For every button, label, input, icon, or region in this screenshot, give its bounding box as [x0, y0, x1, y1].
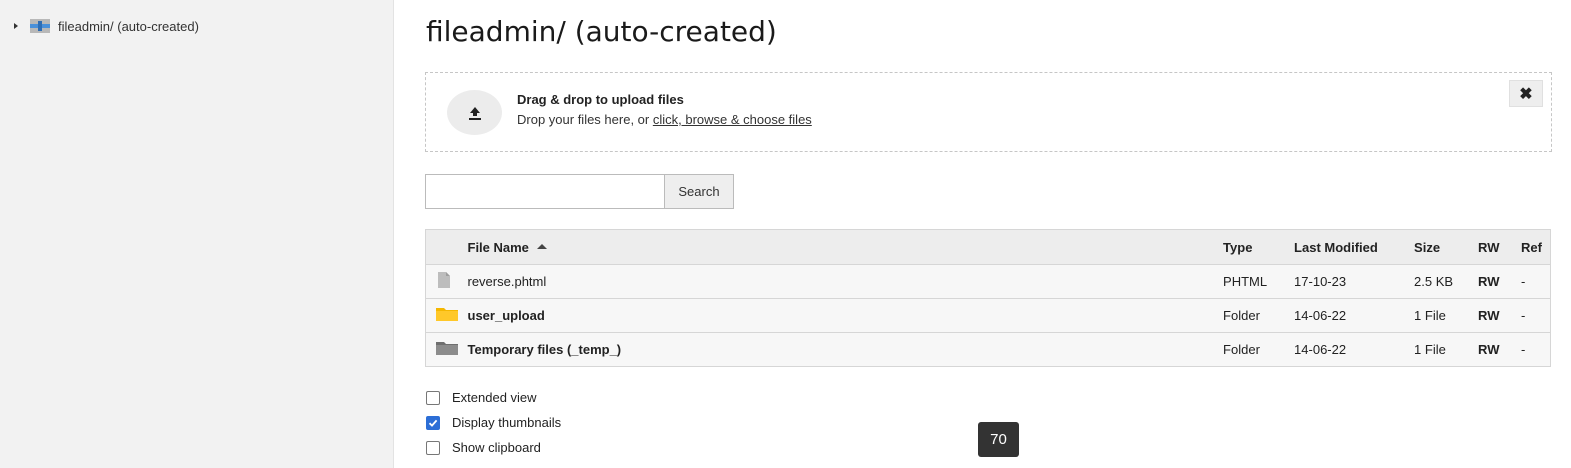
- checkmark-icon: [428, 419, 438, 427]
- size-cell: 1 File: [1406, 332, 1471, 367]
- ref-cell: -: [1513, 264, 1551, 299]
- close-dropzone-button[interactable]: ✖: [1509, 80, 1543, 107]
- extended-view-label[interactable]: Extended view: [452, 390, 537, 405]
- dropzone-subtitle-prefix: Drop your files here, or: [517, 112, 653, 127]
- table-header-row: File Name Type Last Modified Size RW Ref: [425, 229, 1551, 265]
- table-row[interactable]: reverse.phtml PHTML 17-10-23 2.5 KB RW -: [425, 264, 1551, 299]
- size-cell: 2.5 KB: [1406, 264, 1471, 299]
- tooltip: 70: [978, 422, 1019, 457]
- option-display-thumbnails[interactable]: Display thumbnails: [426, 410, 561, 435]
- display-thumbnails-checkbox[interactable]: [426, 415, 440, 430]
- file-name-cell[interactable]: Temporary files (_temp_): [459, 332, 1216, 367]
- extended-view-checkbox[interactable]: [426, 390, 440, 405]
- header-rw: RW: [1470, 229, 1514, 265]
- storage-icon: [30, 19, 50, 33]
- folder-tree-panel: fileadmin/ (auto-created): [0, 0, 394, 468]
- upload-dropzone[interactable]: Drag & drop to upload files Drop your fi…: [425, 72, 1552, 152]
- show-clipboard-checkbox[interactable]: [426, 440, 440, 455]
- file-name-cell[interactable]: reverse.phtml: [459, 264, 1216, 299]
- header-ref: Ref: [1513, 229, 1551, 265]
- table-row[interactable]: user_upload Folder 14-06-22 1 File RW -: [425, 298, 1551, 333]
- upload-icon[interactable]: [447, 90, 502, 135]
- page-title: fileadmin/ (auto-created): [426, 15, 777, 48]
- show-clipboard-label[interactable]: Show clipboard: [452, 440, 541, 455]
- header-type[interactable]: Type: [1215, 229, 1287, 265]
- modified-cell: 14-06-22: [1286, 298, 1407, 333]
- file-name-cell[interactable]: user_upload: [459, 298, 1216, 333]
- row-icon-cell: [425, 332, 460, 367]
- modified-cell: 17-10-23: [1286, 264, 1407, 299]
- file-list-main: fileadmin/ (auto-created) Drag & drop to…: [394, 0, 1571, 468]
- table-row[interactable]: Temporary files (_temp_) Folder 14-06-22…: [425, 332, 1551, 367]
- option-extended-view[interactable]: Extended view: [426, 385, 561, 410]
- type-cell: PHTML: [1215, 264, 1287, 299]
- dropzone-title: Drag & drop to upload files: [517, 92, 684, 107]
- header-last-modified[interactable]: Last Modified: [1286, 229, 1407, 265]
- option-show-clipboard[interactable]: Show clipboard: [426, 435, 561, 460]
- row-icon-cell: [425, 298, 460, 333]
- dropzone-subtitle: Drop your files here, or click, browse &…: [517, 112, 812, 127]
- file-table: File Name Type Last Modified Size RW Ref…: [425, 229, 1551, 367]
- ref-cell: -: [1513, 332, 1551, 367]
- view-options: Extended view Display thumbnails Show cl…: [426, 385, 561, 460]
- type-cell: Folder: [1215, 298, 1287, 333]
- expand-caret-icon[interactable]: [12, 22, 20, 30]
- size-cell: 1 File: [1406, 298, 1471, 333]
- type-cell: Folder: [1215, 332, 1287, 367]
- modified-cell: 14-06-22: [1286, 332, 1407, 367]
- file-icon[interactable]: [436, 272, 452, 288]
- header-file-name[interactable]: File Name: [459, 229, 1216, 265]
- display-thumbnails-label[interactable]: Display thumbnails: [452, 415, 561, 430]
- header-icon-cell: [425, 229, 460, 265]
- rw-cell: RW: [1470, 264, 1514, 299]
- row-icon-cell: [425, 264, 460, 299]
- sort-ascending-icon: [536, 243, 547, 249]
- tree-node-fileadmin[interactable]: fileadmin/ (auto-created): [12, 16, 199, 36]
- search-button[interactable]: Search: [664, 174, 734, 209]
- folder-icon[interactable]: [436, 307, 458, 321]
- header-size[interactable]: Size: [1406, 229, 1471, 265]
- ref-cell: -: [1513, 298, 1551, 333]
- header-file-name-label: File Name: [467, 239, 529, 255]
- search-input[interactable]: [425, 174, 665, 209]
- temp-folder-icon[interactable]: [436, 341, 458, 355]
- browse-files-link[interactable]: click, browse & choose files: [653, 112, 812, 127]
- rw-cell: RW: [1470, 332, 1514, 367]
- rw-cell: RW: [1470, 298, 1514, 333]
- tree-node-label: fileadmin/ (auto-created): [58, 18, 199, 34]
